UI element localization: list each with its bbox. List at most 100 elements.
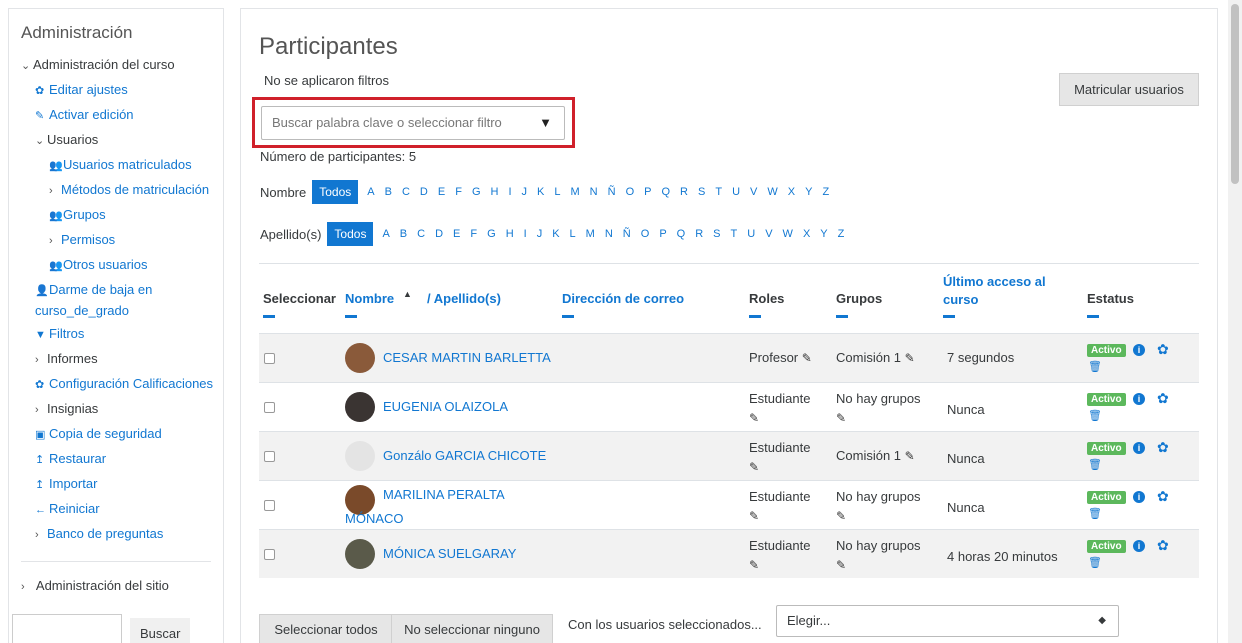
initial-letter-link[interactable]: H <box>501 228 519 240</box>
initial-letter-link[interactable]: W <box>778 228 798 240</box>
sidebar-item-3[interactable]: ⌄ Usuarios <box>21 128 223 153</box>
initial-letter-link[interactable]: G <box>482 228 501 240</box>
collapse-roles-icon[interactable] <box>749 315 761 318</box>
user-name-link[interactable]: EUGENIA OLAIZOLA <box>383 395 508 419</box>
sidebar-item-18[interactable]: › Banco de preguntas <box>21 522 223 547</box>
gear-icon[interactable]: ✿ <box>1157 342 1169 356</box>
first-name-all-button[interactable]: Todos <box>312 180 359 204</box>
initial-letter-link[interactable]: Z <box>817 186 834 198</box>
initial-letter-link[interactable]: Z <box>833 228 850 240</box>
sidebar-item-0[interactable]: ⌄ Administración del curso <box>21 53 223 78</box>
initial-letter-link[interactable]: N <box>600 228 618 240</box>
initial-letter-link[interactable]: I <box>503 186 516 198</box>
gear-icon[interactable]: ✿ <box>1157 538 1169 552</box>
row-checkbox[interactable] <box>264 451 275 462</box>
initial-letter-link[interactable]: Q <box>656 186 675 198</box>
sidebar-item-10[interactable]: ▼ Filtros <box>21 322 223 347</box>
last-name-all-button[interactable]: Todos <box>327 222 374 246</box>
sidebar-item-9[interactable]: 👤Darme de baja en curso_de_grado <box>21 278 223 322</box>
collapse-last-access-icon[interactable] <box>943 315 955 318</box>
sidebar-item-13[interactable]: › Insignias <box>21 397 223 422</box>
initial-letter-link[interactable]: E <box>448 228 465 240</box>
collapse-name-icon[interactable] <box>345 315 357 318</box>
initial-letter-link[interactable]: X <box>798 228 815 240</box>
initial-letter-link[interactable]: G <box>467 186 486 198</box>
sidebar-search-input[interactable] <box>12 614 122 643</box>
initial-letter-link[interactable]: C <box>412 228 430 240</box>
sidebar-item-14[interactable]: ▣ Copia de seguridad <box>21 422 223 447</box>
gear-icon[interactable]: ✿ <box>1157 440 1169 454</box>
header-first-name[interactable]: Nombre <box>345 291 394 306</box>
edit-role-pencil-icon[interactable]: ✎ <box>749 411 759 425</box>
initial-letter-link[interactable]: B <box>395 228 412 240</box>
edit-role-pencil-icon[interactable]: ✎ <box>749 460 759 474</box>
initial-letter-link[interactable]: F <box>465 228 482 240</box>
initial-letter-link[interactable]: L <box>549 186 565 198</box>
initial-letter-link[interactable]: C <box>397 186 415 198</box>
initial-letter-link[interactable]: U <box>742 228 760 240</box>
sidebar-item-7[interactable]: › Permisos <box>21 228 223 253</box>
info-icon[interactable]: i <box>1133 344 1145 356</box>
initial-letter-link[interactable]: D <box>415 186 433 198</box>
enrol-users-button[interactable]: Matricular usuarios <box>1059 73 1199 106</box>
initial-letter-link[interactable]: J <box>532 228 548 240</box>
initial-letter-link[interactable]: V <box>745 186 762 198</box>
initial-letter-link[interactable]: D <box>430 228 448 240</box>
initial-letter-link[interactable]: Y <box>815 228 832 240</box>
initial-letter-link[interactable]: R <box>690 228 708 240</box>
edit-group-pencil-icon[interactable]: ✎ <box>836 558 846 572</box>
sidebar-item-8[interactable]: 👥Otros usuarios <box>21 253 223 278</box>
initial-letter-link[interactable]: S <box>708 228 725 240</box>
initial-letter-link[interactable]: I <box>519 228 532 240</box>
edit-role-pencil-icon[interactable]: ✎ <box>749 558 759 572</box>
initial-letter-link[interactable]: Ñ <box>618 228 636 240</box>
edit-group-pencil-icon[interactable]: ✎ <box>836 509 846 523</box>
sidebar-item-site-admin[interactable]: › Administración del sitio <box>21 574 223 599</box>
info-icon[interactable]: i <box>1133 442 1145 454</box>
initial-letter-link[interactable]: X <box>783 186 800 198</box>
info-icon[interactable]: i <box>1133 393 1145 405</box>
initial-letter-link[interactable]: Ñ <box>603 186 621 198</box>
edit-group-pencil-icon[interactable]: ✎ <box>905 449 915 463</box>
user-name-link[interactable]: MARILINA PERALTA MÓNACO <box>345 483 515 531</box>
edit-group-pencil-icon[interactable]: ✎ <box>905 351 915 365</box>
user-name-link[interactable]: CESAR MARTIN BARLETTA <box>383 346 551 370</box>
gear-icon[interactable]: ✿ <box>1157 489 1169 503</box>
edit-role-pencil-icon[interactable]: ✎ <box>802 351 812 365</box>
row-checkbox[interactable] <box>264 500 275 511</box>
initial-letter-link[interactable]: A <box>377 228 394 240</box>
collapse-select-icon[interactable] <box>263 315 275 318</box>
scrollbar-thumb[interactable] <box>1231 4 1239 184</box>
initial-letter-link[interactable]: K <box>532 186 549 198</box>
initial-letter-link[interactable]: E <box>433 186 450 198</box>
gear-icon[interactable]: ✿ <box>1157 391 1169 405</box>
initial-letter-link[interactable]: M <box>566 186 585 198</box>
header-last-name[interactable]: / Apellido(s) <box>427 291 501 306</box>
sidebar-item-6[interactable]: 👥Grupos <box>21 203 223 228</box>
sidebar-item-16[interactable]: ↥ Importar <box>21 472 223 497</box>
initial-letter-link[interactable]: R <box>675 186 693 198</box>
initial-letter-link[interactable]: H <box>486 186 504 198</box>
initial-letter-link[interactable]: W <box>762 186 782 198</box>
sidebar-item-12[interactable]: ✿ Configuración Calificaciones <box>21 372 223 397</box>
sidebar-item-5[interactable]: › Métodos de matriculación <box>21 178 223 203</box>
sidebar-item-15[interactable]: ↥ Restaurar <box>21 447 223 472</box>
trash-icon[interactable]: 🗑 <box>1088 410 1102 422</box>
initial-letter-link[interactable]: T <box>710 186 727 198</box>
initial-letter-link[interactable]: N <box>585 186 603 198</box>
collapse-email-icon[interactable] <box>562 315 574 318</box>
initial-letter-link[interactable]: F <box>450 186 467 198</box>
header-email[interactable]: Dirección de correo <box>562 291 684 306</box>
collapse-status-icon[interactable] <box>1087 315 1099 318</box>
initial-letter-link[interactable]: S <box>693 186 710 198</box>
row-checkbox[interactable] <box>264 402 275 413</box>
collapse-groups-icon[interactable] <box>836 315 848 318</box>
initial-letter-link[interactable]: O <box>636 228 655 240</box>
info-icon[interactable]: i <box>1133 491 1145 503</box>
initial-letter-link[interactable]: M <box>581 228 600 240</box>
sidebar-search-button[interactable]: Buscar <box>130 618 191 643</box>
info-icon[interactable]: i <box>1133 540 1145 552</box>
page-scrollbar[interactable] <box>1228 0 1242 643</box>
initial-letter-link[interactable]: Q <box>672 228 691 240</box>
sidebar-item-2[interactable]: ✎ Activar edición <box>21 103 223 128</box>
